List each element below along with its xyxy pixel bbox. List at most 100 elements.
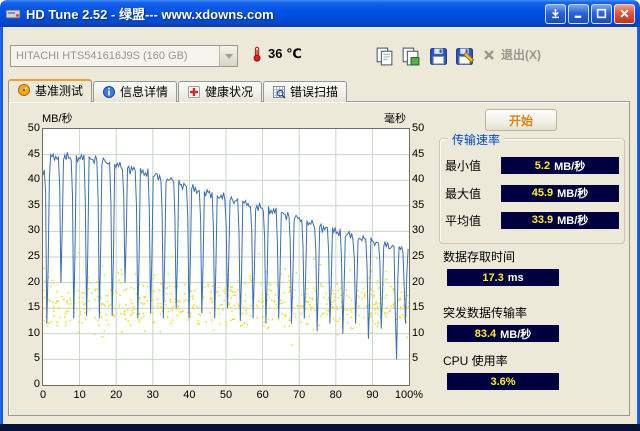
min-rate-value: 5.2 bbox=[534, 159, 551, 172]
burst-rate-value: 83.4 bbox=[474, 327, 497, 340]
x-axis-tick: 20 bbox=[110, 389, 123, 401]
tab-health-label: 健康状况 bbox=[205, 85, 254, 99]
minimize-button[interactable] bbox=[568, 3, 589, 24]
left-axis-tick: 20 bbox=[27, 275, 40, 288]
results-panel: 开始 传输速率 最小值 5.2 MB/秒 最大值 45.9 MB/秒 平均值 33.… bbox=[431, 102, 629, 415]
benchmark-plot bbox=[42, 128, 410, 386]
access-time-value: 17.3 bbox=[482, 271, 504, 284]
tab-benchmark-label: 基准测试 bbox=[35, 83, 84, 98]
left-axis-tick: 50 bbox=[27, 122, 40, 134]
drive-select[interactable]: HITACHI HTS541616J9S (160 GB) bbox=[10, 45, 238, 67]
copy-image-icon bbox=[400, 46, 421, 67]
close-icon bbox=[619, 8, 630, 19]
tab-error-scan-label: 错误扫描 bbox=[290, 85, 339, 99]
download-icon bbox=[550, 8, 561, 19]
x-axis-tick: 50 bbox=[219, 389, 233, 401]
min-rate-display: 5.2 MB/秒 bbox=[501, 157, 619, 175]
burst-rate-display: 83.4 MB/秒 bbox=[447, 325, 559, 342]
x-axis-ticks: 0 10 20 30 40 50 60 70 80 90 100% bbox=[39, 389, 423, 403]
left-axis-tick: 40 bbox=[27, 173, 40, 186]
cpu-usage-block: CPU 使用率 3.6% bbox=[443, 352, 559, 390]
avg-rate-row: 平均值 33.9 MB/秒 bbox=[445, 211, 619, 229]
avg-rate-label: 平均值 bbox=[445, 213, 482, 228]
exit-label: 退出(X) bbox=[501, 48, 541, 62]
download-button[interactable] bbox=[545, 3, 566, 24]
cpu-usage-display: 3.6% bbox=[447, 373, 559, 390]
drive-select-value: HITACHI HTS541616J9S (160 GB) bbox=[16, 50, 188, 62]
close-button[interactable] bbox=[614, 3, 635, 24]
x-axis-tick: 30 bbox=[146, 389, 159, 401]
save-image-button[interactable] bbox=[452, 44, 477, 69]
avg-rate-unit: MB/秒 bbox=[557, 215, 589, 228]
min-rate-label: 最小值 bbox=[445, 159, 482, 174]
minimize-icon bbox=[573, 8, 584, 19]
x-axis-tick: 10 bbox=[73, 389, 86, 401]
copy-icon bbox=[374, 46, 395, 67]
left-axis-tick: 5 bbox=[33, 352, 40, 365]
max-rate-label: 最大值 bbox=[445, 186, 482, 201]
maximize-button[interactable] bbox=[591, 3, 612, 24]
avg-rate-value: 33.9 bbox=[531, 214, 554, 227]
hd-tune-window: HD Tune 2.52 - 绿盟--- www.xdowns.com HITA… bbox=[0, 0, 640, 431]
max-rate-unit: MB/秒 bbox=[557, 188, 589, 200]
tab-info[interactable]: 信息详情 bbox=[93, 81, 178, 102]
health-cross-icon bbox=[187, 85, 201, 99]
cpu-usage-value: 3.6% bbox=[490, 375, 516, 388]
maximize-icon bbox=[596, 8, 607, 19]
x-axis-tick: 100% bbox=[394, 389, 424, 401]
cpu-usage-label: CPU 使用率 bbox=[443, 354, 508, 368]
copy-image-button[interactable] bbox=[398, 44, 423, 69]
x-axis-tick: 90 bbox=[366, 389, 379, 401]
left-axis-ticks: 50 45 40 35 30 25 20 15 10 5 0 bbox=[14, 122, 40, 390]
drive-select-arrow[interactable] bbox=[219, 46, 237, 66]
titlebar[interactable]: HD Tune 2.52 - 绿盟--- www.xdowns.com bbox=[0, 0, 640, 27]
window-border-left bbox=[0, 27, 3, 424]
min-rate-unit: MB/秒 bbox=[554, 160, 586, 173]
thermometer-icon bbox=[250, 46, 263, 62]
tab-info-label: 信息详情 bbox=[120, 85, 169, 99]
tab-error-scan[interactable]: 错误扫描 bbox=[263, 81, 348, 102]
save-text-button[interactable] bbox=[426, 44, 451, 69]
left-axis-tick: 10 bbox=[27, 326, 40, 339]
temperature-value: 36 ℃ bbox=[268, 46, 302, 61]
left-axis-tick: 15 bbox=[27, 301, 40, 314]
left-axis-tick: 25 bbox=[27, 250, 40, 262]
access-time-block: 数据存取时间 17.3 ms bbox=[443, 248, 559, 286]
x-axis-tick: 70 bbox=[293, 389, 306, 401]
avg-rate-display: 33.9 MB/秒 bbox=[501, 211, 619, 229]
x-axis-tick: 0 bbox=[39, 389, 47, 401]
x-axis-tick: 40 bbox=[183, 389, 196, 401]
left-axis-title: MB/秒 bbox=[42, 113, 73, 125]
burst-rate-unit: MB/秒 bbox=[500, 328, 532, 341]
left-axis-tick: 35 bbox=[27, 198, 40, 211]
burst-rate-label: 突发数据传输率 bbox=[443, 306, 528, 320]
burst-rate-block: 突发数据传输率 83.4 MB/秒 bbox=[443, 304, 559, 342]
temperature-display: 36 ℃ bbox=[250, 46, 302, 62]
x-axis-tick: 80 bbox=[329, 389, 342, 401]
floppy-icon bbox=[428, 46, 449, 67]
transfer-rate-group-title: 传输速率 bbox=[448, 131, 505, 148]
max-rate-display: 45.9 MB/秒 bbox=[501, 184, 619, 202]
benchmark-tab-page: MB/秒 毫秒 50 45 40 35 30 25 20 15 10 5 0 50 45 40 35 30 2… bbox=[8, 101, 630, 416]
right-axis-title: 毫秒 bbox=[384, 113, 406, 125]
benchmark-plot-svg bbox=[43, 129, 409, 385]
left-axis-tick: 45 bbox=[27, 147, 40, 160]
exit-x-icon bbox=[482, 48, 496, 62]
access-time-unit: ms bbox=[507, 271, 524, 284]
floppy-pencil-icon bbox=[454, 46, 475, 67]
min-rate-row: 最小值 5.2 MB/秒 bbox=[445, 157, 619, 175]
access-time-display: 17.3 ms bbox=[447, 269, 559, 286]
exit-button[interactable]: 退出(X) bbox=[482, 46, 541, 63]
window-border-bottom bbox=[0, 424, 640, 431]
max-rate-value: 45.9 bbox=[531, 187, 554, 199]
copy-text-button[interactable] bbox=[372, 44, 397, 69]
chevron-down-icon bbox=[224, 53, 233, 59]
tab-health[interactable]: 健康状况 bbox=[178, 81, 263, 102]
transfer-rate-group: 传输速率 最小值 5.2 MB/秒 最大值 45.9 MB/秒 平均值 33.9 MB… bbox=[439, 131, 625, 244]
app-icon bbox=[5, 6, 21, 22]
left-axis-tick: 30 bbox=[27, 224, 40, 237]
info-tab-icon bbox=[102, 85, 116, 99]
start-button[interactable]: 开始 bbox=[485, 109, 557, 131]
tab-benchmark[interactable]: 基准测试 bbox=[8, 79, 93, 102]
x-axis-tick: 60 bbox=[256, 389, 269, 401]
